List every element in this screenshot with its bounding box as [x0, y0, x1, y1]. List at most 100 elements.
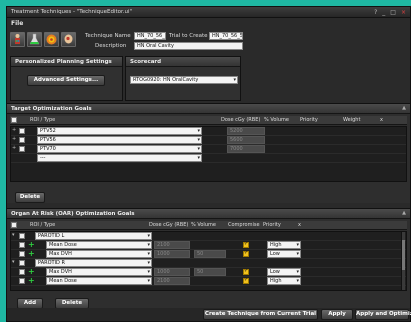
compromise-checkbox[interactable] — [243, 250, 249, 257]
oar-goals-panel: Organ At Risk (OAR) Optimization Goals ▲… — [7, 208, 410, 309]
target-button[interactable] — [44, 32, 59, 47]
collapse-icon[interactable]: ▲ — [402, 105, 406, 111]
row-checkbox[interactable] — [19, 260, 25, 266]
chevron-down-icon: ▾ — [147, 233, 150, 239]
chevron-down-icon: ▾ — [147, 260, 150, 266]
compromise-checkbox[interactable] — [243, 241, 249, 248]
volume-field[interactable]: 50 — [194, 268, 226, 276]
description-input[interactable]: HN Oral Cavity — [134, 42, 243, 50]
col-extra: x — [298, 222, 301, 228]
goal-type-select[interactable]: Mean Dose ▾ — [46, 277, 152, 285]
priority-select[interactable]: Low ▾ — [267, 250, 301, 258]
row-checkbox[interactable] — [19, 269, 25, 275]
target-goals-header: Target Optimization Goals ▲ — [7, 104, 410, 114]
goal-type-value: Max DVH — [49, 251, 72, 257]
col-dose: Dose cGy (RBE) — [221, 117, 261, 123]
add-goal-icon[interactable]: + — [28, 267, 35, 276]
collapse-row-icon[interactable]: ▾ — [12, 259, 15, 265]
col-weight: Weight — [343, 117, 361, 123]
row-checkbox[interactable] — [19, 251, 25, 257]
technique-name-input[interactable]: HN_70_56_50 — [134, 32, 166, 40]
personalized-header: Personalized Planning Settings — [11, 57, 122, 67]
dose-field[interactable]: 1000 — [154, 268, 190, 276]
dose-field[interactable]: 1000 — [154, 250, 190, 258]
roi-select[interactable]: PAROTID L ▾ — [35, 232, 152, 240]
oar-scrollbar[interactable] — [401, 232, 405, 290]
row-checkbox[interactable] — [19, 137, 25, 143]
technique-name-label: Technique Name — [85, 33, 131, 39]
roi-select[interactable]: PTV70 ▾ — [37, 145, 202, 153]
scorecard-select[interactable]: RTOG0920: HN OralCavity ▾ — [130, 76, 238, 84]
col-compromise: Compromise — [228, 222, 260, 228]
compromise-checkbox[interactable] — [243, 277, 249, 284]
row-checkbox[interactable] — [19, 233, 25, 239]
menu-file[interactable]: File — [11, 20, 23, 27]
priority-value: High — [270, 242, 282, 248]
add-goal-icon[interactable]: + — [28, 240, 35, 249]
row-checkbox[interactable] — [19, 128, 25, 134]
trial-to-create-input[interactable]: HN_70_56_52 — [209, 32, 243, 40]
chevron-down-icon: ▾ — [197, 128, 200, 134]
roi-value: PTV52 — [40, 128, 56, 134]
apply-button[interactable]: Apply — [321, 309, 353, 320]
dose-field[interactable]: 2100 — [154, 241, 190, 249]
row-checkbox[interactable] — [19, 278, 25, 284]
oar-goals-grid: ▾ PAROTID L ▾ + Mean Dose ▾ 2100 High ▾ — [10, 231, 407, 291]
roi-select[interactable]: PAROTID R ▾ — [35, 259, 152, 267]
row-checkbox[interactable] — [19, 242, 25, 248]
dose-field[interactable]: 5600 — [227, 136, 265, 144]
goal-type-select[interactable]: Max DVH ▾ — [46, 250, 152, 258]
head-profile-button[interactable] — [61, 32, 76, 47]
table-row: --- ▾ — [11, 154, 406, 163]
chevron-down-icon: ▾ — [147, 278, 150, 284]
row-checkbox[interactable] — [19, 146, 25, 152]
col-roi-type: ROI / Type — [30, 222, 56, 228]
expand-icon[interactable]: + — [12, 145, 16, 151]
target-goals-panel: Target Optimization Goals ▲ ROI / Type D… — [7, 103, 410, 203]
select-all-checkbox[interactable] — [11, 222, 17, 228]
oar-goals-header: Organ At Risk (OAR) Optimization Goals ▲ — [7, 209, 410, 219]
priority-value: High — [270, 278, 282, 284]
col-roi-type: ROI / Type — [30, 117, 56, 123]
flask-button[interactable] — [27, 32, 42, 47]
add-goal-icon[interactable]: + — [28, 249, 35, 258]
goal-type-select[interactable]: Max DVH ▾ — [46, 268, 152, 276]
expand-icon[interactable]: + — [12, 136, 16, 142]
description-label: Description — [95, 43, 127, 49]
minimize-button[interactable]: _ — [382, 9, 385, 16]
create-technique-button[interactable]: Create Technique from Current Trial — [203, 309, 318, 320]
goal-type-value: Mean Dose — [49, 242, 77, 248]
add-goal-icon[interactable]: + — [28, 276, 35, 285]
title-bar: Treatment Techniques - "TechniqueEditor.… — [7, 7, 410, 18]
patient-organs-button[interactable] — [10, 32, 25, 47]
select-all-checkbox[interactable] — [11, 117, 17, 123]
help-button[interactable]: ? — [374, 9, 377, 16]
volume-field[interactable]: 50 — [194, 250, 226, 258]
dose-field[interactable]: 5200 — [227, 127, 265, 135]
chevron-down-icon: ▾ — [197, 155, 200, 161]
close-button[interactable]: × — [401, 9, 406, 16]
maximize-button[interactable]: □ — [390, 9, 396, 16]
roi-select[interactable]: PTV56 ▾ — [37, 136, 202, 144]
roi-select[interactable]: --- ▾ — [37, 154, 202, 162]
col-volume: % Volume — [191, 222, 216, 228]
expand-icon[interactable]: + — [12, 127, 16, 133]
apply-and-optimize-button[interactable]: Apply and Optimize — [355, 309, 411, 320]
goal-type-select[interactable]: Mean Dose ▾ — [46, 241, 152, 249]
scrollbar-thumb[interactable] — [402, 240, 405, 270]
priority-select[interactable]: High ▾ — [267, 241, 301, 249]
priority-select[interactable]: Low ▾ — [267, 268, 301, 276]
target-delete-button[interactable]: Delete — [15, 192, 45, 203]
dose-field[interactable]: 7000 — [227, 145, 265, 153]
roi-value: PTV70 — [40, 146, 56, 152]
collapse-icon[interactable]: ▲ — [402, 210, 406, 216]
priority-select[interactable]: High ▾ — [267, 277, 301, 285]
collapse-row-icon[interactable]: ▾ — [12, 232, 15, 238]
compromise-checkbox[interactable] — [243, 268, 249, 275]
dose-field[interactable]: 2100 — [154, 277, 190, 285]
col-priority: Priority — [300, 117, 318, 123]
advanced-settings-button[interactable]: Advanced Settings... — [27, 75, 105, 86]
priority-value: Low — [270, 269, 280, 275]
col-extra: x — [380, 117, 383, 123]
roi-select[interactable]: PTV52 ▾ — [37, 127, 202, 135]
